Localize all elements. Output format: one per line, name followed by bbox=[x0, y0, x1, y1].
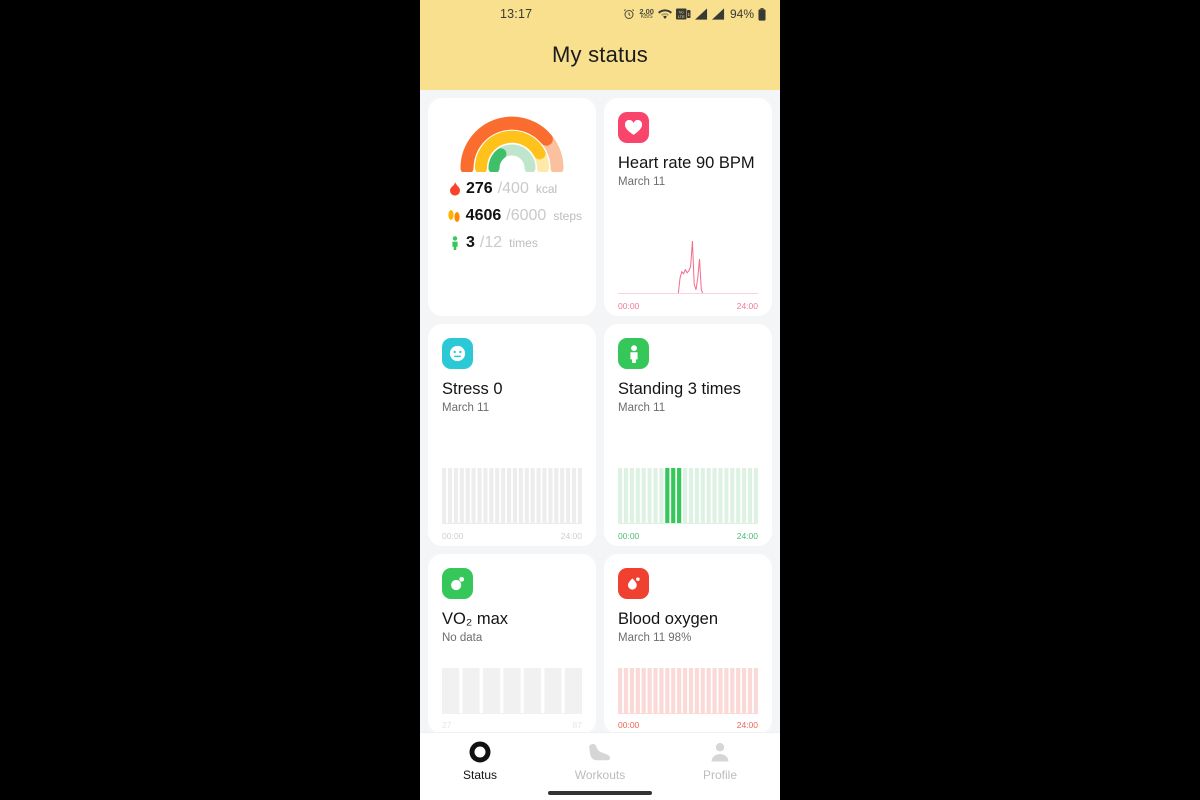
stress-axis-end: 24:00 bbox=[560, 531, 582, 541]
heart-rate-axis-start: 00:00 bbox=[618, 301, 640, 311]
svg-text:Vo: Vo bbox=[679, 9, 684, 14]
standing-title: Standing 3 times bbox=[618, 380, 741, 398]
activity-rings-card[interactable]: 276 /400 kcal 4606 /6000 steps 3 /12 tim… bbox=[428, 98, 596, 316]
standing-axis-end: 24:00 bbox=[736, 531, 758, 541]
standing-person-icon bbox=[618, 338, 649, 369]
heart-rate-date: March 11 bbox=[618, 176, 666, 189]
data-rate-unit: KB/S bbox=[640, 14, 653, 20]
bottom-navigation: Status Workouts Profile bbox=[420, 732, 780, 800]
heart-rate-axis: 00:00 24:00 bbox=[618, 301, 758, 311]
stress-axis: 00:00 24:00 bbox=[442, 531, 582, 541]
standing-unit: times bbox=[509, 236, 538, 250]
standing-axis: 00:00 24:00 bbox=[618, 531, 758, 541]
blood-oxygen-bars-svg bbox=[618, 668, 758, 714]
standing-bars-svg bbox=[618, 468, 758, 524]
blood-oxygen-title: Blood oxygen bbox=[618, 610, 718, 628]
blood-drop-icon bbox=[618, 568, 649, 599]
metric-row-steps: 4606 /6000 steps bbox=[448, 207, 582, 225]
standing-goal: /12 bbox=[479, 234, 503, 251]
blood-oxygen-chart bbox=[618, 668, 758, 714]
heart-rate-line-svg bbox=[618, 238, 758, 294]
blood-oxygen-reading: March 11 98% bbox=[618, 632, 692, 645]
nav-label-workouts: Workouts bbox=[574, 768, 626, 782]
svg-text:LTE: LTE bbox=[678, 14, 685, 19]
status-bar: 13:17 2.00 KB/S Vo LTE 1 94% bbox=[420, 0, 780, 28]
steps-goal: /6000 bbox=[506, 207, 547, 224]
stress-card[interactable]: Stress 0 March 11 00:00 24:00 bbox=[428, 324, 596, 546]
standing-axis-start: 00:00 bbox=[618, 531, 640, 541]
nav-label-status: Status bbox=[462, 768, 498, 782]
alarm-clock-icon bbox=[624, 9, 635, 19]
blood-oxygen-axis-end: 24:00 bbox=[736, 720, 758, 730]
nav-item-workouts[interactable]: Workouts bbox=[540, 741, 660, 782]
activity-metrics-list: 276 /400 kcal 4606 /6000 steps 3 /12 tim… bbox=[442, 180, 582, 252]
data-rate-indicator: 2.00 KB/S bbox=[639, 7, 654, 21]
vo2-max-card[interactable]: VO₂ max No data 27 87 bbox=[428, 554, 596, 734]
battery-percentage: 94% bbox=[729, 7, 754, 21]
volte-icon: Vo LTE 1 bbox=[675, 8, 691, 20]
wifi-icon bbox=[657, 9, 672, 19]
stress-bars-svg bbox=[442, 468, 582, 524]
stress-axis-start: 00:00 bbox=[442, 531, 464, 541]
vo2-max-axis-end: 87 bbox=[572, 720, 582, 730]
stress-face-icon bbox=[442, 338, 473, 369]
status-card-grid: 276 /400 kcal 4606 /6000 steps 3 /12 tim… bbox=[420, 90, 780, 736]
signal-bars-icon bbox=[694, 8, 708, 20]
status-bar-clock: 13:17 bbox=[500, 7, 533, 21]
metric-row-standing: 3 /12 times bbox=[448, 234, 582, 252]
flame-icon bbox=[448, 182, 461, 196]
activity-rings-svg bbox=[460, 116, 564, 172]
standing-date: March 11 bbox=[618, 402, 666, 415]
stress-date: March 11 bbox=[442, 402, 490, 415]
vo2-bars-svg bbox=[442, 668, 582, 714]
battery-icon bbox=[758, 7, 766, 21]
blood-oxygen-axis-start: 00:00 bbox=[618, 720, 640, 730]
status-ring-icon bbox=[469, 741, 491, 763]
blood-oxygen-card[interactable]: Blood oxygen March 11 98% 00:00 24:00 bbox=[604, 554, 772, 734]
stress-title: Stress 0 bbox=[442, 380, 503, 398]
vo2-max-axis-start: 27 bbox=[442, 720, 452, 730]
nav-item-status[interactable]: Status bbox=[420, 741, 540, 782]
vo2-max-axis: 27 87 bbox=[442, 720, 582, 730]
heart-rate-chart bbox=[618, 238, 758, 294]
blood-oxygen-axis: 00:00 24:00 bbox=[618, 720, 758, 730]
vo2-bubble-icon bbox=[442, 568, 473, 599]
standing-chart bbox=[618, 468, 758, 524]
nav-item-profile[interactable]: Profile bbox=[660, 741, 780, 782]
home-indicator bbox=[548, 791, 652, 795]
phone-screen: 13:17 2.00 KB/S Vo LTE 1 94% My status 2… bbox=[420, 0, 780, 800]
nav-label-profile: Profile bbox=[702, 768, 737, 782]
person-icon bbox=[448, 236, 461, 250]
signal-bars-icon bbox=[711, 8, 725, 20]
rings-chart bbox=[442, 116, 582, 172]
heart-icon bbox=[618, 112, 649, 143]
heart-rate-card[interactable]: Heart rate 90 BPM March 11 00:00 24:00 bbox=[604, 98, 772, 316]
stress-chart bbox=[442, 468, 582, 524]
calories-value: 276 bbox=[466, 180, 493, 197]
calories-goal: /400 bbox=[497, 180, 529, 197]
standing-card[interactable]: Standing 3 times March 11 00:00 24:00 bbox=[604, 324, 772, 546]
app-header: My status bbox=[420, 28, 780, 90]
standing-value: 3 bbox=[466, 234, 475, 251]
shoe-icon bbox=[589, 744, 611, 761]
page-title: My status bbox=[552, 42, 648, 67]
steps-unit: steps bbox=[553, 209, 582, 223]
heart-rate-title: Heart rate 90 BPM bbox=[618, 154, 755, 172]
footsteps-icon bbox=[448, 209, 461, 223]
vo2-max-title: VO₂ max bbox=[442, 610, 508, 628]
heart-rate-axis-end: 24:00 bbox=[736, 301, 758, 311]
metric-row-calories: 276 /400 kcal bbox=[448, 180, 582, 198]
vo2-max-status: No data bbox=[442, 632, 483, 645]
person-avatar-icon bbox=[711, 743, 729, 762]
calories-unit: kcal bbox=[535, 182, 558, 196]
steps-value: 4606 bbox=[465, 207, 502, 224]
vo2-max-chart bbox=[442, 668, 582, 714]
standing-ring-arc bbox=[488, 148, 507, 172]
